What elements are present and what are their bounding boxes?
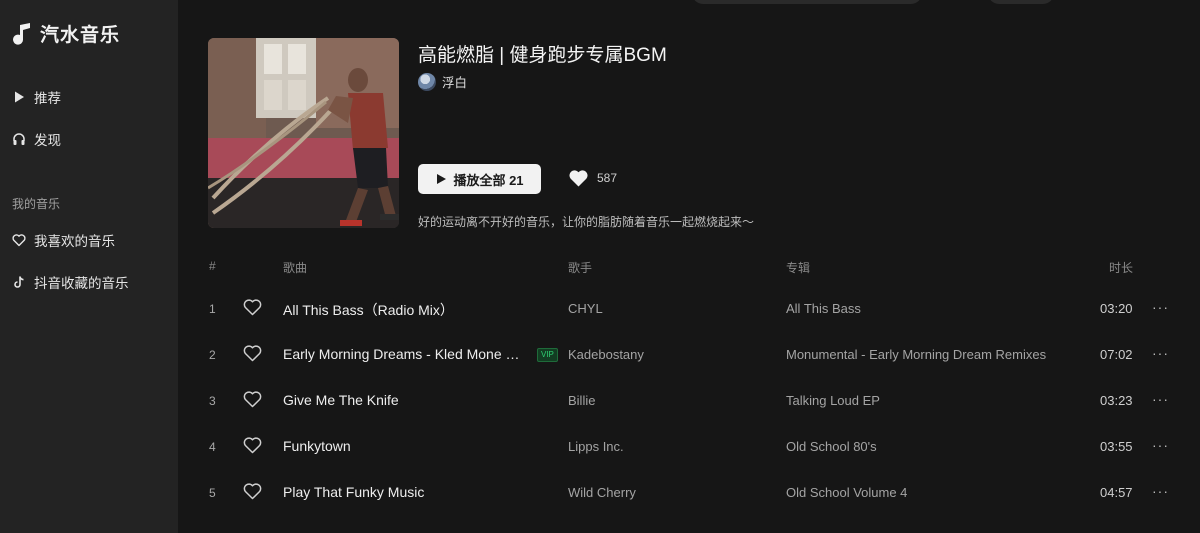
playlist-cover-image: [208, 38, 399, 228]
playlist-cover: [208, 38, 399, 228]
header-artist[interactable]: 歌手: [568, 259, 592, 276]
table-row[interactable]: 3 Give Me The Knife Billie Talking Loud …: [190, 379, 1190, 421]
track-title[interactable]: All This Bass（Radio Mix）: [283, 300, 454, 320]
track-album[interactable]: Old School Volume 4: [786, 485, 907, 500]
headphones-icon: [13, 133, 25, 145]
sidebar-item-label: 发现: [34, 133, 61, 148]
track-album[interactable]: Talking Loud EP: [786, 393, 880, 408]
table-row[interactable]: 5 Play That Funky Music Wild Cherry Old …: [190, 471, 1190, 513]
app-name: 汽水音乐: [40, 25, 121, 46]
track-index: 2: [209, 348, 216, 362]
track-title[interactable]: Give Me The Knife: [283, 392, 399, 408]
play-all-label: 播放全部 21: [453, 172, 524, 188]
heart-icon[interactable]: [243, 298, 262, 316]
search-bar[interactable]: [692, 0, 922, 4]
play-all-button[interactable]: 播放全部 21: [418, 164, 541, 194]
track-title[interactable]: Play That Funky Music: [283, 484, 424, 500]
track-table-header: # 歌曲 歌手 专辑 时长: [0, 259, 1200, 277]
header-index: #: [209, 259, 216, 273]
track-index: 4: [209, 440, 216, 454]
track-title[interactable]: Funkytown: [283, 438, 351, 454]
sidebar-item-label: 推荐: [34, 91, 61, 106]
heart-icon[interactable]: [243, 482, 262, 500]
playlist-creator[interactable]: 浮白: [418, 72, 467, 91]
sidebar-item-label: 我喜欢的音乐: [34, 234, 115, 249]
creator-name[interactable]: 浮白: [442, 72, 467, 91]
track-duration: 04:57: [1100, 485, 1133, 500]
playlist-description: 好的运动离不开好的音乐，让你的脂肪随着音乐一起燃烧起来～: [418, 215, 755, 229]
sidebar-item-recommend[interactable]: 推荐: [12, 87, 61, 107]
table-row[interactable]: 1 All This Bass（Radio Mix） CHYL All This…: [190, 287, 1190, 329]
track-index: 3: [209, 394, 216, 408]
my-music-section-label: 我的音乐: [12, 197, 61, 211]
track-artist[interactable]: Kadebostany: [568, 347, 644, 362]
top-action-button[interactable]: [988, 0, 1054, 4]
more-options-icon[interactable]: ···: [1152, 345, 1170, 359]
play-icon: [15, 91, 24, 103]
table-row[interactable]: 4 Funkytown Lipps Inc. Old School 80's 0…: [190, 425, 1190, 467]
track-duration: 03:23: [1100, 393, 1133, 408]
track-duration: 03:20: [1100, 301, 1133, 316]
track-artist[interactable]: Billie: [568, 393, 595, 408]
heart-filled-icon: [569, 170, 588, 187]
heart-icon[interactable]: [243, 390, 262, 408]
sidebar-item-discover[interactable]: 发现: [12, 129, 61, 149]
sidebar-item-liked-music[interactable]: 我喜欢的音乐: [12, 230, 115, 250]
like-count: 587: [597, 171, 618, 185]
more-options-icon[interactable]: ···: [1152, 299, 1170, 313]
header-album[interactable]: 专辑: [786, 259, 810, 276]
heart-icon: [12, 234, 26, 247]
header-title[interactable]: 歌曲: [283, 259, 307, 276]
play-icon: [437, 174, 447, 184]
track-duration: 07:02: [1100, 347, 1133, 362]
more-options-icon[interactable]: ···: [1152, 483, 1170, 497]
app-logo[interactable]: 汽水音乐: [12, 20, 120, 47]
track-index: 1: [209, 302, 216, 316]
track-album[interactable]: Monumental - Early Morning Dream Remixes: [786, 347, 1046, 362]
header-duration[interactable]: 时长: [1109, 259, 1133, 276]
track-duration: 03:55: [1100, 439, 1133, 454]
track-artist[interactable]: CHYL: [568, 301, 603, 316]
tiktok-icon: [14, 276, 24, 288]
track-index: 5: [209, 486, 216, 500]
track-album[interactable]: All This Bass: [786, 301, 861, 316]
heart-icon[interactable]: [243, 436, 262, 454]
more-options-icon[interactable]: ···: [1152, 391, 1170, 405]
track-title[interactable]: Early Morning Dreams - Kled Mone Remix: [283, 346, 528, 362]
track-album[interactable]: Old School 80's: [786, 439, 877, 454]
like-playlist-button[interactable]: 587: [568, 168, 617, 188]
heart-icon[interactable]: [243, 344, 262, 362]
track-artist[interactable]: Wild Cherry: [568, 485, 636, 500]
table-row[interactable]: 2 Early Morning Dreams - Kled Mone Remix…: [190, 333, 1190, 375]
playlist-title: 高能燃脂 | 健身跑步专属BGM: [418, 45, 667, 66]
track-artist[interactable]: Lipps Inc.: [568, 439, 624, 454]
avatar[interactable]: [418, 72, 436, 91]
music-note-logo-icon: [13, 22, 30, 45]
more-options-icon[interactable]: ···: [1152, 437, 1170, 451]
vip-badge: VIP: [537, 348, 558, 362]
